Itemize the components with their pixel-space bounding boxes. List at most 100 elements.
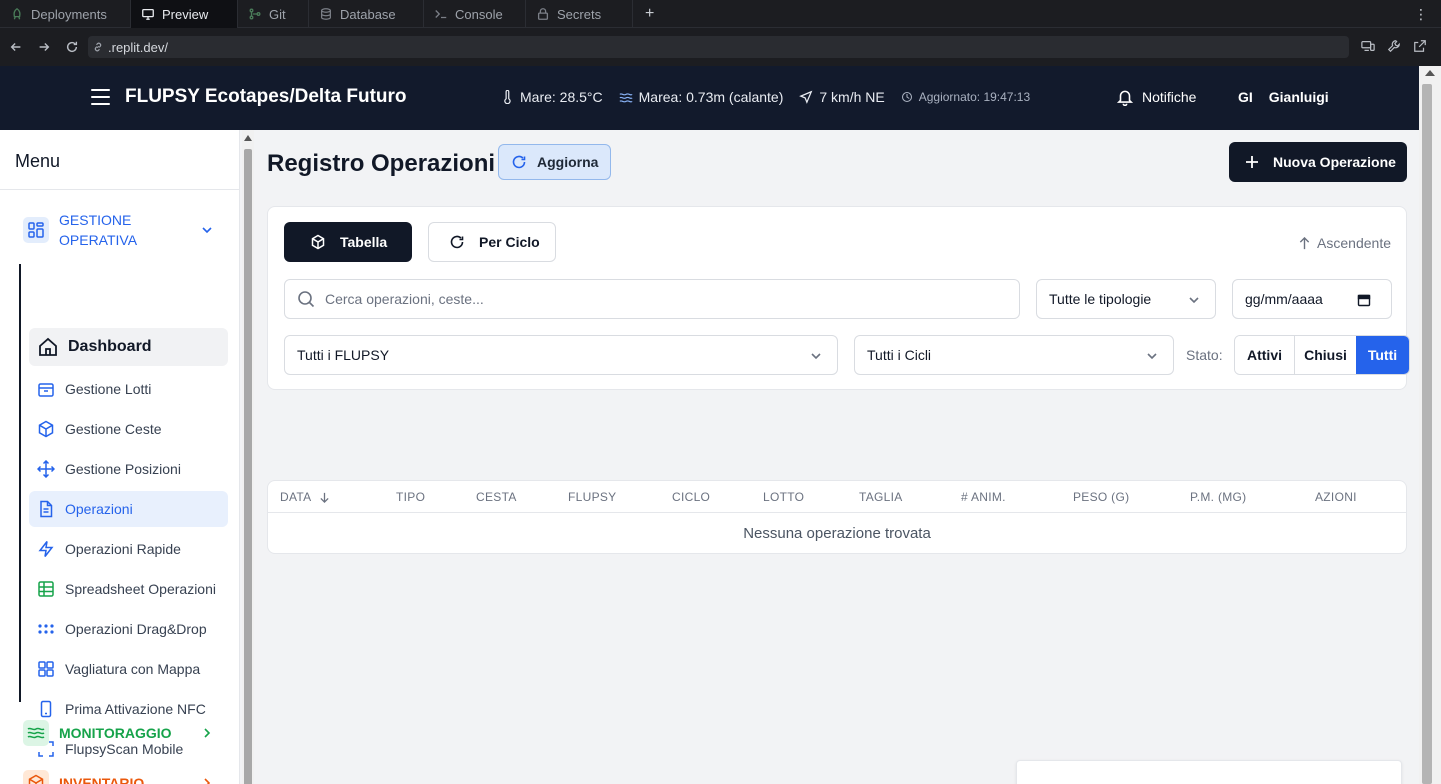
refresh-label: Aggiorna bbox=[537, 154, 599, 170]
group-label: GESTIONE OPERATIVA bbox=[59, 212, 138, 248]
filters-card: Tabella Per Ciclo Ascendente Tutte le ti… bbox=[267, 206, 1410, 390]
new-operation-button[interactable]: Nuova Operazione bbox=[1229, 142, 1407, 182]
column-label: DATA bbox=[280, 490, 312, 504]
cycle-filter-select[interactable]: Tutti i Cicli bbox=[854, 335, 1174, 375]
tab-preview[interactable]: Preview bbox=[131, 0, 238, 28]
sidebar-group-inventario[interactable]: INVENTARIO bbox=[23, 770, 211, 784]
sidebar-item-label: Vagliatura con Mappa bbox=[65, 661, 201, 677]
tab-label: Tabella bbox=[340, 234, 388, 250]
page-title: Registro Operazioni bbox=[267, 150, 496, 177]
search-icon bbox=[298, 291, 315, 308]
devices-icon[interactable] bbox=[1361, 39, 1375, 53]
state-tutti-button[interactable]: Tutti bbox=[1356, 336, 1409, 374]
type-filter-select[interactable]: Tutte le tipologie bbox=[1036, 279, 1216, 319]
git-icon bbox=[249, 8, 261, 20]
sidebar-item-operazioni-dragdrop[interactable]: Operazioni Drag&Drop bbox=[29, 611, 228, 647]
tab-label: Secrets bbox=[557, 6, 602, 22]
sidebar-item-gestione-posizioni[interactable]: Gestione Posizioni bbox=[29, 451, 228, 487]
group-label: MONITORAGGIO bbox=[59, 725, 172, 741]
chevron-right-icon bbox=[204, 728, 211, 738]
back-button[interactable] bbox=[2, 33, 30, 61]
chevron-down-icon bbox=[1189, 297, 1199, 304]
url-input[interactable]: .replit.dev/ bbox=[88, 36, 1349, 58]
more-icon[interactable]: ⋮ bbox=[1414, 6, 1428, 23]
date-input[interactable]: gg/mm/aaaa bbox=[1232, 279, 1392, 319]
chevron-down-icon bbox=[1147, 353, 1157, 360]
cube-icon bbox=[311, 234, 325, 250]
arrow-down-icon bbox=[320, 492, 330, 503]
state-segmented-control: Attivi Chiusi Tutti bbox=[1234, 335, 1410, 375]
reload-button[interactable] bbox=[58, 33, 86, 61]
sidebar-item-dashboard[interactable]: Dashboard bbox=[29, 328, 228, 366]
sidebar-item-vagliatura-mappa[interactable]: Vagliatura con Mappa bbox=[29, 651, 228, 687]
sidebar-item-gestione-lotti[interactable]: Gestione Lotti bbox=[29, 371, 228, 407]
select-value: Tutte le tipologie bbox=[1049, 291, 1152, 307]
select-value: Tutti i FLUPSY bbox=[297, 347, 390, 363]
external-link-icon[interactable] bbox=[1413, 39, 1427, 53]
sea-temperature: Mare: 28.5°C bbox=[500, 89, 603, 105]
user-name: Gianluigi bbox=[1268, 89, 1329, 105]
sidebar-title: Menu bbox=[15, 151, 61, 171]
grid-icon bbox=[38, 661, 54, 677]
waves-icon bbox=[619, 93, 633, 103]
sidebar-item-operazioni[interactable]: Operazioni bbox=[29, 491, 228, 527]
calendar-icon[interactable] bbox=[1357, 293, 1371, 307]
column-header-peso-medio: P.M. (MG) bbox=[1190, 490, 1247, 504]
sidebar-item-gestione-ceste[interactable]: Gestione Ceste bbox=[29, 411, 228, 447]
zap-icon bbox=[38, 541, 54, 557]
app-header: FLUPSY Ecotapes/Delta Futuro Mare: 28.5°… bbox=[0, 66, 1419, 130]
tab-label: Console bbox=[455, 6, 503, 22]
date-placeholder: gg/mm/aaaa bbox=[1245, 291, 1323, 307]
sidebar-group-monitoraggio[interactable]: MONITORAGGIO bbox=[23, 720, 211, 746]
sidebar-item-operazioni-rapide[interactable]: Operazioni Rapide bbox=[29, 531, 228, 567]
sidebar-item-label: Gestione Ceste bbox=[65, 421, 162, 437]
notifications-button[interactable]: Notifiche bbox=[1116, 88, 1196, 106]
state-chiusi-button[interactable]: Chiusi bbox=[1295, 336, 1356, 374]
wind-info: 7 km/h NE bbox=[799, 89, 885, 105]
tab-deployments[interactable]: Deployments bbox=[0, 0, 131, 28]
user-menu[interactable]: GI Gianluigi bbox=[1238, 89, 1329, 105]
tab-tabella[interactable]: Tabella bbox=[284, 222, 412, 262]
main-content: Registro Operazioni Aggiorna Nuova Opera… bbox=[254, 130, 1419, 784]
state-attivi-button[interactable]: Attivi bbox=[1235, 336, 1295, 374]
refresh-icon bbox=[512, 155, 526, 169]
page-scrollbar[interactable] bbox=[1419, 66, 1441, 784]
tab-git[interactable]: Git bbox=[238, 0, 309, 28]
tab-secrets[interactable]: Secrets bbox=[526, 0, 633, 28]
navigation-icon bbox=[799, 90, 813, 104]
sidebar-item-label: Operazioni Drag&Drop bbox=[65, 621, 207, 637]
search-field[interactable] bbox=[284, 279, 1020, 319]
tab-label: Per Ciclo bbox=[479, 234, 540, 250]
menu-toggle-icon[interactable] bbox=[91, 89, 110, 105]
column-header-data[interactable]: DATA bbox=[280, 490, 330, 504]
sidebar-item-label: Operazioni Rapide bbox=[65, 541, 181, 557]
column-header-cesta: CESTA bbox=[476, 490, 517, 504]
cube-icon bbox=[38, 420, 54, 438]
tide-text: Marea: 0.73m (calante) bbox=[638, 89, 784, 105]
layout-grid-icon bbox=[23, 217, 49, 243]
sort-toggle[interactable]: Ascendente bbox=[1298, 235, 1391, 251]
flupsy-filter-select[interactable]: Tutti i FLUPSY bbox=[284, 335, 838, 375]
column-header-lotto: LOTTO bbox=[763, 490, 805, 504]
tab-label: Preview bbox=[162, 6, 209, 22]
tab-per-ciclo[interactable]: Per Ciclo bbox=[428, 222, 556, 262]
chevron-down-icon bbox=[811, 353, 821, 360]
divider bbox=[0, 189, 240, 190]
wrench-icon[interactable] bbox=[1387, 39, 1401, 53]
add-tab-button[interactable]: + bbox=[633, 0, 666, 27]
sidebar-item-label: Prima Attivazione NFC bbox=[65, 701, 206, 717]
sidebar-scrollbar[interactable] bbox=[242, 130, 254, 784]
lock-icon bbox=[537, 8, 549, 20]
group-label: INVENTARIO bbox=[59, 775, 145, 784]
sidebar-item-spreadsheet-operazioni[interactable]: Spreadsheet Operazioni bbox=[29, 571, 228, 607]
sidebar-item-label: Gestione Lotti bbox=[65, 381, 152, 397]
tab-database[interactable]: Database bbox=[309, 0, 424, 28]
search-input[interactable] bbox=[325, 291, 1005, 307]
table-icon bbox=[38, 581, 54, 597]
terminal-icon bbox=[435, 10, 447, 19]
forward-button[interactable] bbox=[30, 33, 58, 61]
refresh-button[interactable]: Aggiorna bbox=[498, 144, 611, 180]
column-header-animali: # ANIM. bbox=[961, 490, 1006, 504]
sidebar-group-operativa[interactable]: GESTIONE OPERATIVA bbox=[23, 210, 223, 250]
tab-console[interactable]: Console bbox=[424, 0, 526, 28]
